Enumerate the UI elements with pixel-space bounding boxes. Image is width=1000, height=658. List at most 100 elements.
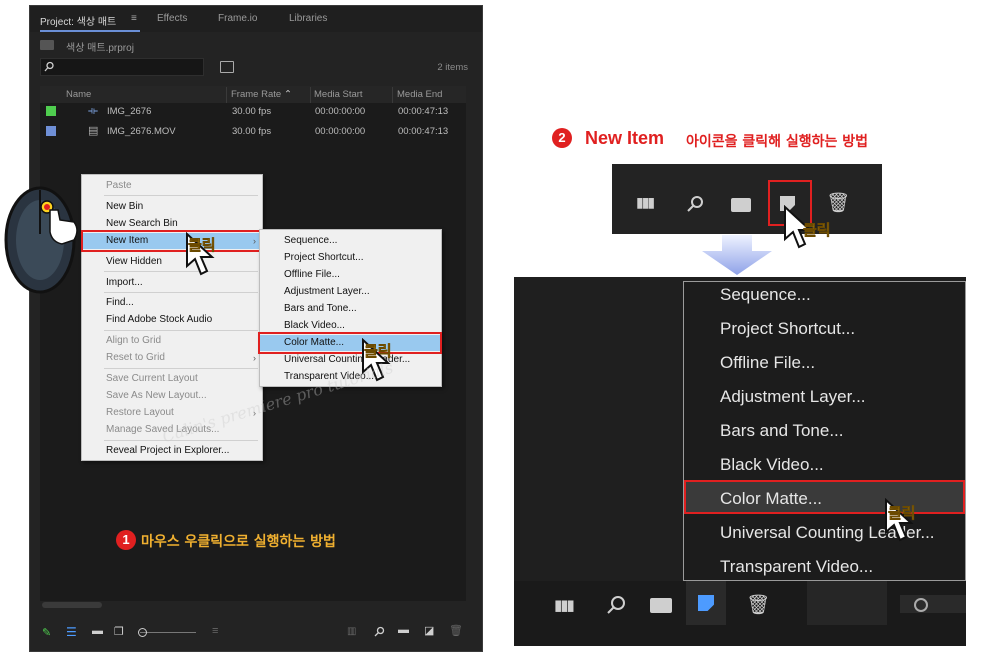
automate-icon[interactable]: ▮▮▮	[636, 194, 655, 211]
row-media-end: 00:00:47:13	[398, 126, 449, 137]
submenu-item-bars-and-tone[interactable]: Bars and Tone...	[260, 301, 441, 317]
project-file-name: 색상 매트.prproj	[66, 43, 134, 54]
zoom-slider[interactable]	[140, 632, 196, 633]
scrollbar-thumb[interactable]	[42, 602, 102, 608]
highlight-box	[81, 230, 263, 252]
horizontal-scrollbar[interactable]	[42, 602, 468, 610]
row-media-end: 00:00:47:13	[398, 106, 449, 117]
menu-item-save-current-layout[interactable]: Save Current Layout	[82, 371, 262, 387]
mouse-icon	[4, 186, 78, 294]
menu-item-align-to-grid[interactable]: Align to Grid	[82, 333, 262, 349]
submenu-item-sequence[interactable]: Sequence...	[260, 233, 441, 249]
panel-bottom-toolbar: ✎ ☰ ▬ ❐ ≡ ▥ ▬ ◪ 🗑	[30, 618, 482, 650]
zoomed-bottom-toolbar: ▮▮▮ 🗑	[514, 581, 966, 646]
pencil-icon[interactable]: ✎	[42, 626, 51, 639]
toolbar-panel	[807, 581, 887, 625]
menu-item-import[interactable]: Import...	[82, 275, 262, 291]
automate-icon[interactable]: ▥	[347, 626, 356, 637]
new-item-icon[interactable]: ◪	[424, 624, 434, 637]
sort-ascending-icon: ⌃	[284, 89, 292, 100]
find-icon[interactable]	[606, 595, 626, 615]
column-media-start[interactable]: Media Start	[314, 87, 363, 103]
tab-frameio[interactable]: Frame.io	[218, 13, 257, 24]
menu-item-new-bin[interactable]: New Bin	[82, 199, 262, 215]
menu-item-reveal-project[interactable]: Reveal Project in Explorer...	[82, 443, 262, 459]
step-1-caption: 마우스 우클릭으로 실행하는 방법	[141, 534, 336, 550]
panel-tab-bar: Project: 색상 매트 ≡ Effects Frame.io Librar…	[30, 6, 482, 32]
step-2-title: New Item	[585, 128, 665, 148]
submenu-item-sequence[interactable]: Sequence...	[720, 285, 811, 305]
submenu-item-universal-counting-leader[interactable]: Universal Counting Leader...	[260, 352, 441, 368]
list-view-icon[interactable]: ☰	[66, 625, 77, 639]
find-icon[interactable]	[374, 626, 385, 637]
menu-item-view-hidden[interactable]: View Hidden	[82, 254, 262, 270]
chevron-right-icon: ›	[253, 353, 256, 363]
submenu-item-transparent-video[interactable]: Transparent Video...	[720, 557, 873, 577]
label-color-swatch	[46, 106, 56, 116]
submenu-item-project-shortcut[interactable]: Project Shortcut...	[260, 250, 441, 266]
submenu-item-adjustment-layer[interactable]: Adjustment Layer...	[260, 284, 441, 300]
toolbar-panel	[900, 595, 966, 613]
table-row[interactable]: ⟛ IMG_2676 30.00 fps 00:00:00:00 00:00:4…	[40, 102, 466, 121]
menu-separator	[104, 195, 258, 196]
menu-item-find-stock-audio[interactable]: Find Adobe Stock Audio	[82, 312, 262, 328]
menu-item-label: Reset to Grid	[106, 352, 165, 363]
menu-separator	[104, 271, 258, 272]
submenu-item-bars-and-tone[interactable]: Bars and Tone...	[720, 421, 844, 441]
submenu-item-adjustment-layer[interactable]: Adjustment Layer...	[720, 387, 866, 407]
search-input[interactable]	[40, 58, 204, 76]
step-1-badge: 1	[116, 530, 136, 550]
menu-separator	[104, 330, 258, 331]
trash-icon[interactable]: 🗑	[826, 191, 850, 215]
column-media-end[interactable]: Media End	[397, 87, 442, 103]
new-bin-icon[interactable]	[731, 198, 751, 212]
zoom-slider-handle[interactable]	[138, 628, 147, 637]
menu-item-save-as-new-layout[interactable]: Save As New Layout...	[82, 388, 262, 404]
trash-icon[interactable]: 🗑	[449, 624, 463, 637]
column-name[interactable]: Name	[66, 87, 91, 103]
menu-item-find[interactable]: Find...	[82, 295, 262, 311]
new-bin-icon[interactable]	[650, 598, 672, 613]
menu-item-label: Restore Layout	[106, 407, 174, 418]
new-item-submenu: Sequence... Project Shortcut... Offline …	[258, 229, 442, 387]
click-label: 클릭	[803, 221, 831, 240]
slider-handle[interactable]	[914, 598, 928, 612]
column-divider	[392, 87, 393, 103]
submenu-item-offline-file[interactable]: Offline File...	[260, 267, 441, 283]
trash-icon[interactable]: 🗑	[746, 593, 770, 617]
submenu-item-black-video[interactable]: Black Video...	[720, 455, 824, 475]
new-search-bin-icon[interactable]	[220, 61, 234, 73]
sort-icon[interactable]: ≡	[212, 625, 218, 637]
column-frame-rate[interactable]: Frame Rate	[231, 87, 281, 103]
video-clip-icon: ▤	[88, 125, 99, 137]
automate-icon[interactable]: ▮▮▮	[554, 596, 575, 614]
tab-libraries[interactable]: Libraries	[289, 13, 327, 24]
row-frame-rate: 30.00 fps	[232, 126, 272, 137]
row-name: IMG_2676	[107, 106, 152, 117]
zoomed-submenu: Sequence... Project Shortcut... Offline …	[683, 281, 966, 581]
find-icon[interactable]	[686, 195, 704, 213]
item-count: 2 items	[437, 62, 468, 73]
icon-view-icon[interactable]: ▬	[92, 625, 103, 637]
sequence-icon: ⟛	[88, 105, 98, 117]
table-row[interactable]: ▤ IMG_2676.MOV 30.00 fps 00:00:00:00 00:…	[40, 122, 466, 141]
row-name: IMG_2676.MOV	[107, 126, 176, 137]
freeform-view-icon[interactable]: ❐	[114, 625, 124, 638]
tab-effects[interactable]: Effects	[157, 13, 187, 24]
click-label: 클릭	[188, 236, 216, 255]
panel-menu-icon[interactable]: ≡	[131, 13, 137, 24]
submenu-item-color-matte[interactable]: Color Matte...	[720, 489, 822, 509]
new-bin-icon[interactable]: ▬	[398, 624, 409, 636]
folder-icon	[40, 40, 54, 50]
active-tab-indicator	[40, 30, 140, 32]
menu-item-reset-to-grid[interactable]: Reset to Grid ›	[82, 350, 262, 366]
highlight-box	[258, 332, 442, 354]
click-label: 클릭	[888, 504, 916, 523]
row-media-start: 00:00:00:00	[315, 106, 366, 117]
submenu-item-project-shortcut[interactable]: Project Shortcut...	[720, 319, 855, 339]
label-color-swatch	[46, 126, 56, 136]
submenu-item-offline-file[interactable]: Offline File...	[720, 353, 815, 373]
row-frame-rate: 30.00 fps	[232, 106, 272, 117]
menu-item-paste[interactable]: Paste	[82, 178, 262, 194]
tab-project[interactable]: Project: 색상 매트	[40, 13, 116, 28]
